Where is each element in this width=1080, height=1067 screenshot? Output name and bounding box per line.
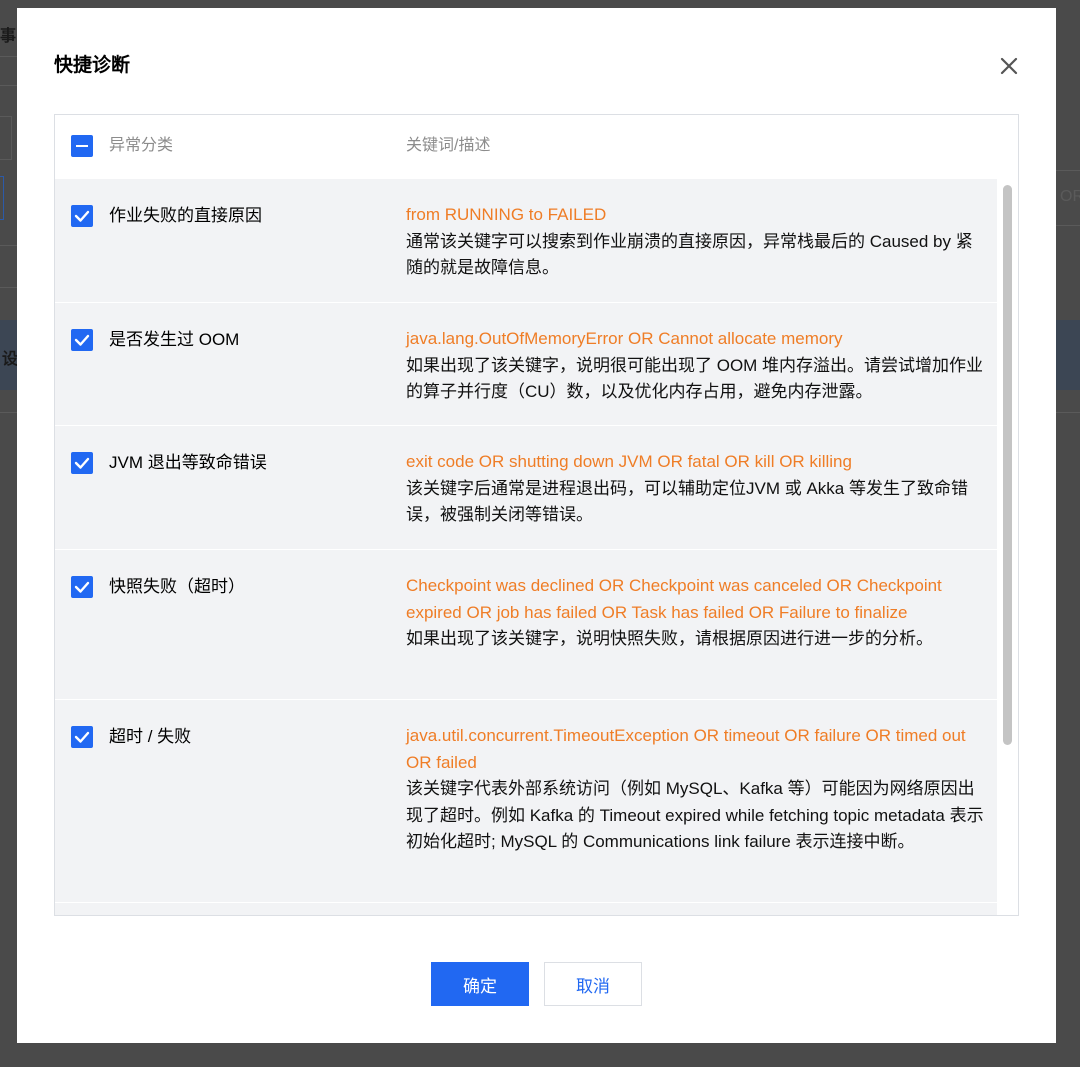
background-divider: [1056, 225, 1080, 226]
description-text: 该关键字后通常是进程退出码，可以辅助定位JVM 或 Akka 等发生了致命错误，…: [406, 478, 968, 525]
select-all-checkbox[interactable]: [71, 135, 93, 157]
category-name: JVM 退出等致命错误: [109, 453, 267, 472]
cancel-button[interactable]: 取消: [544, 962, 642, 1006]
header-keywords: 关键词/描述: [406, 137, 491, 154]
background-text-fragment: 事: [0, 28, 17, 45]
table-row: 作业失败的直接原因 from RUNNING to FAILED 通常该关键字可…: [55, 179, 997, 303]
table-row: JVM 退出等致命错误 exit code OR shutting down J…: [55, 426, 997, 550]
background-text-fragment: 设: [2, 351, 19, 368]
keyword-text: java.util.concurrent.TimeoutException OR…: [406, 726, 966, 772]
table-body: 作业失败的直接原因 from RUNNING to FAILED 通常该关键字可…: [55, 179, 997, 915]
table-row: [55, 903, 997, 915]
keyword-text: from RUNNING to FAILED: [406, 205, 607, 224]
confirm-button[interactable]: 确定: [431, 962, 529, 1006]
keyword-description-cell: exit code OR shutting down JVM OR fatal …: [406, 449, 986, 529]
description-text: 该关键字代表外部系统访问（例如 MySQL、Kafka 等）可能因为网络原因出现…: [406, 779, 984, 851]
table-header: 异常分类 关键词/描述: [55, 115, 1018, 179]
keyword-description-cell: java.lang.OutOfMemoryError OR Cannot all…: [406, 326, 986, 406]
check-icon: [74, 210, 90, 222]
close-icon: [1000, 57, 1018, 75]
row-checkbox[interactable]: [71, 576, 93, 598]
diagnosis-table: 异常分类 关键词/描述 作业失败的直接原因 from RUNNING to FA…: [54, 114, 1019, 916]
keyword-description-cell: Checkpoint was declined OR Checkpoint wa…: [406, 573, 986, 653]
quick-diagnosis-dialog: 快捷诊断 异常分类 关键词/描述 作业失败的直接原因 from RUNNING …: [17, 8, 1056, 1043]
background-selected-row: [1056, 320, 1080, 390]
table-row: 超时 / 失败 java.util.concurrent.TimeoutExce…: [55, 700, 997, 903]
category-name: 作业失败的直接原因: [109, 206, 262, 225]
scrollbar-thumb[interactable]: [1003, 185, 1012, 745]
check-icon: [74, 334, 90, 346]
table-row: 是否发生过 OOM java.lang.OutOfMemoryError OR …: [55, 303, 997, 426]
background-tab: [0, 176, 4, 220]
category-name: 快照失败（超时）: [109, 577, 245, 596]
background-divider: [0, 56, 17, 57]
keyword-description-cell: java.util.concurrent.TimeoutException OR…: [406, 723, 986, 856]
check-icon: [74, 581, 90, 593]
keyword-text: java.lang.OutOfMemoryError OR Cannot all…: [406, 329, 843, 348]
check-icon: [74, 731, 90, 743]
description-text: 如果出现了该关键字，说明很可能出现了 OOM 堆内存溢出。请尝试增加作业的算子并…: [406, 355, 984, 402]
keyword-description-cell: from RUNNING to FAILED 通常该关键字可以搜索到作业崩溃的直…: [406, 202, 986, 282]
table-scrollbar[interactable]: [997, 179, 1018, 915]
background-divider: [1056, 170, 1080, 171]
description-text: 通常该关键字可以搜索到作业崩溃的直接原因，异常栈最后的 Caused by 紧随…: [406, 231, 973, 278]
row-checkbox[interactable]: [71, 205, 93, 227]
background-text-fragment: OR: [1060, 188, 1080, 205]
background-divider: [0, 287, 17, 288]
row-checkbox[interactable]: [71, 726, 93, 748]
dialog-title: 快捷诊断: [54, 55, 131, 76]
background-input: [0, 116, 12, 160]
background-divider: [0, 412, 17, 413]
background-divider: [1056, 412, 1080, 413]
row-checkbox[interactable]: [71, 452, 93, 474]
table-row: 快照失败（超时） Checkpoint was declined OR Chec…: [55, 550, 997, 700]
keyword-text: exit code OR shutting down JVM OR fatal …: [406, 452, 852, 471]
row-checkbox[interactable]: [71, 329, 93, 351]
close-button[interactable]: [995, 52, 1023, 80]
header-category: 异常分类: [109, 137, 174, 154]
background-divider: [0, 85, 17, 86]
category-name: 是否发生过 OOM: [109, 330, 240, 349]
keyword-text: Checkpoint was declined OR Checkpoint wa…: [406, 576, 942, 622]
background-divider: [0, 245, 17, 246]
check-icon: [74, 457, 90, 469]
category-name: 超时 / 失败: [109, 727, 192, 746]
description-text: 如果出现了该关键字，说明快照失败，请根据原因进行进一步的分析。: [406, 629, 933, 648]
